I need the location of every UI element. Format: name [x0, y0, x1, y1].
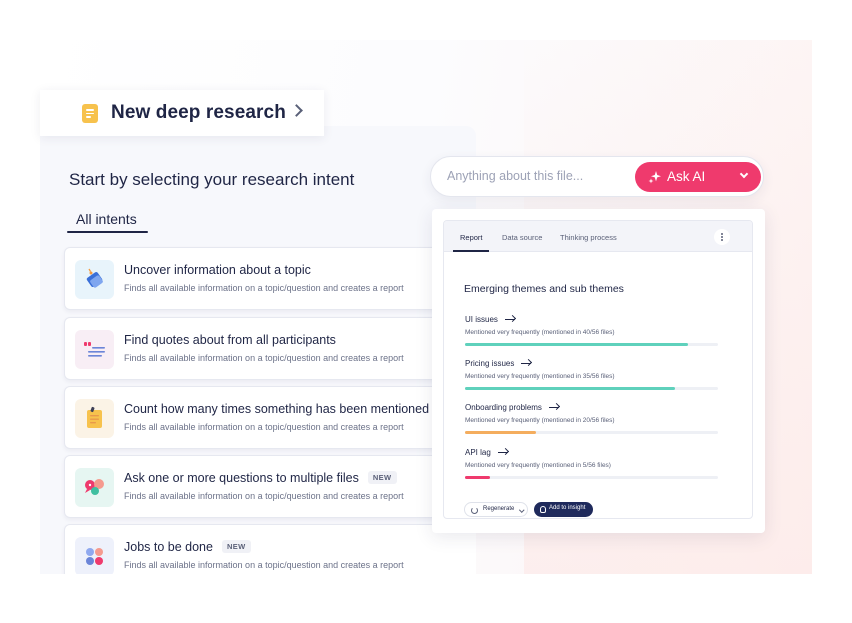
intent-title-text: Jobs to be done — [124, 540, 213, 554]
stage: Start by selecting your research intent … — [0, 0, 852, 623]
ask-ai-button[interactable]: Ask AI — [635, 162, 761, 192]
tab-report[interactable]: Report — [460, 233, 483, 242]
lightbulb-icon — [540, 505, 546, 513]
intent-title: Find quotes about from all participants — [124, 333, 336, 347]
intent-desc: Finds all available information on a top… — [124, 560, 404, 570]
search-input[interactable] — [447, 169, 627, 183]
document-icon — [82, 104, 98, 123]
tab-underline — [67, 231, 148, 233]
regenerate-label: Regenerate — [483, 506, 515, 512]
refresh-icon — [471, 506, 478, 514]
dots-icon — [75, 537, 114, 574]
chat-bubbles-icon — [75, 468, 114, 507]
intent-desc: Finds all available information on a top… — [124, 283, 404, 293]
intent-card-count[interactable]: Count how many times something has been … — [64, 386, 476, 449]
ask-ai-label: Ask AI — [667, 169, 706, 184]
theme-progress-track — [465, 343, 718, 346]
arrow-right-icon — [521, 359, 532, 367]
theme-name: API lag — [465, 448, 509, 457]
theme-ui-issues[interactable]: UI issues Mentioned very frequently (men… — [465, 315, 725, 355]
report-window: Report Data source Thinking process Emer… — [432, 209, 765, 533]
theme-onboarding-problems[interactable]: Onboarding problems Mentioned very frequ… — [465, 403, 725, 443]
report-tabs: Report Data source Thinking process — [444, 221, 752, 252]
sparkle-icon — [648, 171, 661, 184]
intent-desc: Finds all available information on a top… — [124, 353, 404, 363]
intent-desc: Finds all available information on a top… — [124, 491, 404, 501]
theme-name: Pricing issues — [465, 359, 532, 368]
theme-api-lag[interactable]: API lag Mentioned very frequently (menti… — [465, 448, 725, 488]
theme-name: UI issues — [465, 315, 516, 324]
tag-icon — [75, 260, 114, 299]
intent-desc: Finds all available information on a top… — [124, 422, 404, 432]
ask-ai-bar: Ask AI — [430, 156, 764, 197]
theme-progress-track — [465, 476, 718, 479]
theme-name-text: API lag — [465, 448, 491, 457]
arrow-right-icon — [548, 403, 560, 411]
add-to-insight-button[interactable]: Add to insight — [534, 502, 593, 517]
more-options-icon[interactable] — [714, 229, 730, 245]
intent-title: Jobs to be done NEW — [124, 540, 251, 554]
theme-progress-fill — [465, 387, 675, 390]
new-badge: NEW — [367, 471, 397, 484]
tab-all-intents[interactable]: All intents — [76, 211, 137, 227]
intent-card-jobs[interactable]: Jobs to be done NEW Finds all available i… — [64, 524, 476, 574]
tab-underline — [453, 250, 489, 252]
intent-card-questions[interactable]: Ask one or more questions to multiple fi… — [64, 455, 476, 518]
theme-progress-fill — [465, 431, 536, 434]
add-to-insight-label: Add to insight — [549, 505, 586, 511]
intent-panel: Start by selecting your research intent … — [40, 126, 476, 574]
theme-meta: Mentioned very frequently (mentioned in … — [465, 373, 615, 380]
quote-icon — [75, 330, 114, 369]
chevron-right-icon — [290, 104, 303, 117]
intent-card-quotes[interactable]: Find quotes about from all participants … — [64, 317, 476, 380]
theme-progress-fill — [465, 343, 688, 346]
theme-name-text: Pricing issues — [465, 359, 515, 368]
theme-progress-track — [465, 431, 718, 434]
intent-title: Ask one or more questions to multiple fi… — [124, 471, 397, 485]
theme-pricing-issues[interactable]: Pricing issues Mentioned very frequently… — [465, 359, 725, 399]
report-title: Emerging themes and sub themes — [464, 283, 624, 295]
intent-title: Count how many times something has been … — [124, 402, 430, 416]
tab-data-source[interactable]: Data source — [502, 233, 542, 242]
theme-name: Onboarding problems — [465, 403, 560, 412]
arrow-right-icon — [497, 448, 509, 456]
theme-meta: Mentioned very frequently (mentioned in … — [465, 462, 611, 469]
chevron-down-icon — [519, 506, 525, 512]
intent-card-uncover[interactable]: Uncover information about a topic Finds … — [64, 247, 476, 310]
theme-meta: Mentioned very frequently (mentioned in … — [465, 417, 615, 424]
report-card: Report Data source Thinking process Emer… — [443, 220, 753, 519]
theme-meta: Mentioned very frequently (mentioned in … — [465, 329, 615, 336]
chevron-down-icon — [739, 169, 749, 179]
new-badge: NEW — [221, 540, 251, 553]
theme-progress-fill — [465, 476, 491, 479]
theme-name-text: Onboarding problems — [465, 403, 542, 412]
regenerate-button[interactable]: Regenerate — [464, 502, 528, 517]
new-deep-research-button[interactable]: New deep research — [40, 90, 324, 136]
tab-thinking-process[interactable]: Thinking process — [560, 233, 617, 242]
arrow-right-icon — [504, 315, 516, 323]
panel-title: Start by selecting your research intent — [69, 170, 355, 189]
theme-name-text: UI issues — [465, 315, 498, 324]
header-title: New deep research — [111, 102, 286, 123]
intent-title: Uncover information about a topic — [124, 263, 311, 277]
theme-progress-track — [465, 387, 718, 390]
note-icon — [75, 399, 114, 438]
intent-title-text: Ask one or more questions to multiple fi… — [124, 471, 359, 485]
